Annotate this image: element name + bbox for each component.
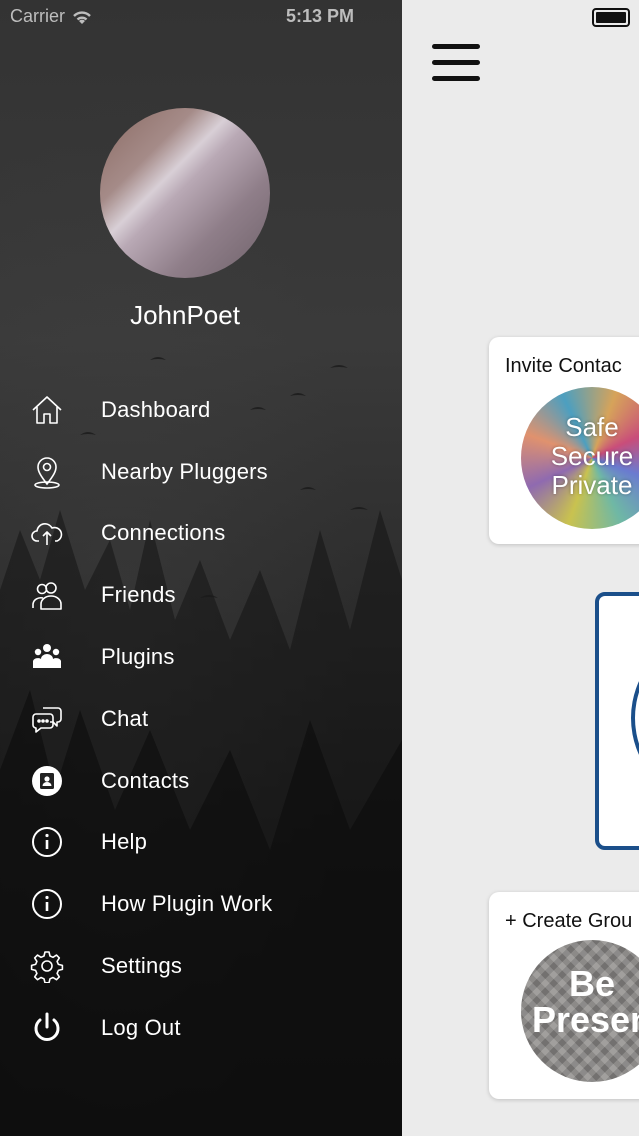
battery-icon — [592, 8, 630, 27]
menu-label: Chat — [101, 705, 149, 731]
menu-item-how-plugin-work[interactable]: How Plugin Work — [0, 873, 402, 935]
power-icon — [28, 1009, 66, 1047]
username: JohnPoet — [130, 300, 240, 330]
create-group-title: + Create Grou — [505, 910, 633, 932]
location-pin-icon — [28, 453, 66, 491]
badge-line: Safe — [565, 412, 619, 442]
menu-item-dashboard[interactable]: Dashboard — [0, 379, 402, 441]
gear-icon — [28, 947, 66, 985]
menu-label: Help — [101, 829, 148, 855]
create-group-card[interactable]: + Create Grou Be Presen — [489, 892, 639, 1099]
wifi-icon — [73, 10, 91, 24]
avatar[interactable] — [100, 108, 270, 278]
group-icon — [28, 638, 66, 676]
menu-label: Connections — [101, 520, 226, 546]
home-icon — [28, 391, 66, 429]
safe-secure-private-badge: Safe Secure Private — [521, 387, 639, 529]
main-content: Invite Contac Safe Secure Private + Crea… — [402, 0, 639, 1136]
menu-label: Dashboard — [101, 396, 211, 422]
menu-item-connections[interactable]: Connections — [0, 503, 402, 565]
side-drawer: Carrier 5:13 PM JohnPoet Dashboard Nearb… — [0, 0, 402, 1136]
info-icon — [28, 885, 66, 923]
be-present-badge: Be Presen — [521, 940, 639, 1082]
menu-label: Contacts — [101, 767, 190, 793]
menu-label: Plugins — [101, 644, 175, 670]
cloud-upload-icon — [28, 514, 66, 552]
info-icon — [28, 823, 66, 861]
badge-line: Be — [568, 963, 616, 1004]
menu-label: How Plugin Work — [101, 891, 273, 917]
menu-toggle-button[interactable] — [432, 44, 480, 88]
status-time: 5:13 PM — [286, 6, 355, 26]
status-carrier: Carrier — [10, 6, 93, 27]
menu-label: Settings — [101, 953, 183, 979]
menu-item-settings[interactable]: Settings — [0, 935, 402, 997]
menu-item-contacts[interactable]: Contacts — [0, 750, 402, 812]
menu-label: Nearby Pluggers — [101, 458, 268, 484]
menu-item-chat[interactable]: Chat — [0, 688, 402, 750]
badge-line: Presen — [531, 999, 639, 1040]
badge-line: Private — [551, 470, 633, 500]
menu-label: Friends — [101, 582, 176, 608]
menu-item-help[interactable]: Help — [0, 812, 402, 874]
carrier-label: Carrier — [10, 6, 66, 26]
drawer-menu: Dashboard Nearby Pluggers Connections Fr… — [0, 379, 402, 1059]
contacts-icon — [28, 762, 66, 800]
invite-contacts-title: Invite Contac — [505, 355, 622, 377]
menu-item-log-out[interactable]: Log Out — [0, 997, 402, 1059]
chat-icon — [28, 700, 66, 738]
invite-contacts-card[interactable]: Invite Contac Safe Secure Private — [489, 337, 639, 544]
menu-label: Log Out — [101, 1014, 181, 1040]
users-icon — [28, 576, 66, 614]
featured-circle — [631, 634, 639, 802]
featured-card[interactable] — [595, 592, 639, 850]
menu-item-friends[interactable]: Friends — [0, 564, 402, 626]
badge-line: Secure — [550, 441, 634, 471]
menu-item-nearby-pluggers[interactable]: Nearby Pluggers — [0, 441, 402, 503]
menu-item-plugins[interactable]: Plugins — [0, 626, 402, 688]
